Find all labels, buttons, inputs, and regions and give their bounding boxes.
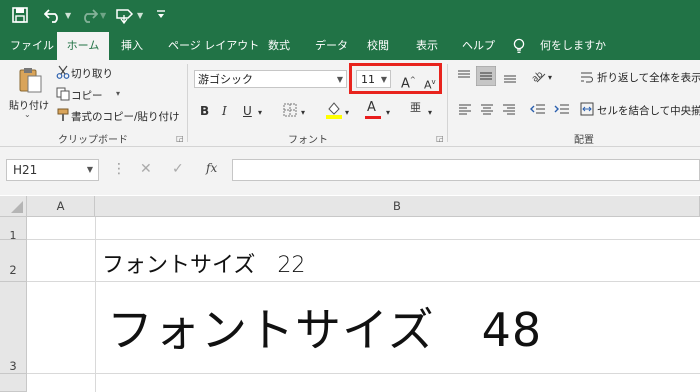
underline-button[interactable]: U [243,103,252,119]
cell-a1[interactable] [27,217,95,239]
column-header-b[interactable]: B [95,196,700,217]
borders-dropdown-icon[interactable]: ▾ [301,105,305,121]
ribbon: 貼り付け ⌄ 切り取り コピー ▾ 書式のコピー/貼り付け クリップボード ◲ … [0,60,700,147]
align-middle-icon[interactable] [475,65,497,90]
merge-center-button[interactable]: セルを結合して中央揃 [597,103,700,118]
column-header-a[interactable]: A [27,196,95,217]
tab-file[interactable]: ファイル [10,32,54,60]
font-name-combo[interactable]: 游ゴシック ▼ [194,70,347,88]
orientation-icon[interactable]: ab [530,68,546,88]
cell-a3[interactable] [27,282,95,373]
quick-access-toolbar: ▼ ▼ ▼ [0,0,700,32]
increase-indent-icon[interactable] [554,102,570,120]
align-right-icon[interactable] [502,102,516,120]
cell-b2[interactable]: フォントサイズ 22 [95,240,700,281]
underline-dropdown-icon[interactable]: ▾ [258,105,262,121]
orientation-dropdown-icon[interactable]: ▾ [548,70,552,86]
font-color-button[interactable]: A [365,100,381,119]
cell-b3-value: フォントサイズ 48 [107,303,543,357]
fill-color-dropdown-icon[interactable]: ▾ [345,105,349,121]
lightbulb-icon[interactable] [513,32,525,60]
tab-data[interactable]: データ [315,32,348,60]
font-color-swatch [365,116,381,119]
ribbon-tabs: ファイル ホーム 挿入 ページ レイアウト 数式 データ 校閲 表示 ヘルプ 何… [0,32,700,60]
gridline [27,373,700,374]
cell-a2[interactable] [27,240,95,281]
font-launcher-icon[interactable]: ◲ [436,134,444,143]
font-color-dropdown-icon[interactable]: ▾ [386,105,390,121]
paste-icon[interactable] [17,66,43,98]
touch-mode-dropdown-icon[interactable]: ▼ [137,11,143,20]
tell-me-search[interactable]: 何をしますか [540,32,606,60]
formula-bar: H21 ▼ ⋮ ✕ ✓ fx [0,147,700,195]
fill-color-icon[interactable] [326,101,342,123]
clipboard-group-label: クリップボード [58,135,128,146]
font-name-dropdown-icon[interactable]: ▼ [337,71,343,89]
enter-icon[interactable]: ✓ [172,161,184,177]
copy-icon[interactable] [56,87,70,105]
alignment-group-label: 配置 [574,135,594,146]
cell-b1[interactable] [95,217,700,239]
tab-formulas[interactable]: 数式 [268,32,290,60]
select-all-corner[interactable] [0,196,27,217]
tab-view[interactable]: 表示 [416,32,438,60]
row-header-4[interactable] [0,374,27,392]
font-group-label: フォント [288,135,328,146]
save-icon[interactable] [12,7,28,27]
tab-page-layout[interactable]: ページ レイアウト [168,32,259,60]
font-name-value: 游ゴシック [198,73,253,86]
copy-button[interactable]: コピー [71,88,103,103]
tab-review[interactable]: 校閲 [367,32,389,60]
align-top-icon[interactable] [456,68,472,88]
decrease-indent-icon[interactable] [530,102,546,120]
copy-dropdown-icon[interactable]: ▾ [116,89,120,98]
group-separator [447,64,448,142]
format-painter-icon[interactable] [56,108,70,126]
formula-input[interactable] [232,159,700,181]
align-bottom-icon[interactable] [502,68,518,88]
merge-center-icon[interactable] [580,102,594,120]
font-color-letter: A [367,100,376,115]
tab-help[interactable]: ヘルプ [462,32,495,60]
tab-insert[interactable]: 挿入 [121,32,143,60]
borders-icon[interactable] [283,103,297,121]
row-header-1[interactable]: 1 [0,217,27,242]
redo-dropdown-icon[interactable]: ▼ [100,11,106,20]
wrap-text-button[interactable]: 折り返して全体を表示 [597,70,700,85]
customize-icon[interactable] [156,7,166,27]
group-separator [187,64,188,142]
paste-dropdown-icon[interactable]: ⌄ [24,110,31,119]
redo-icon[interactable] [80,7,99,27]
align-center-icon[interactable] [480,102,494,120]
cell-b3[interactable]: フォントサイズ 48 [95,282,700,373]
phonetic-button[interactable]: 亜 [410,100,421,116]
clipboard-launcher-icon[interactable]: ◲ [176,134,184,143]
tab-home[interactable]: ホーム [57,32,109,60]
phonetic-dropdown-icon[interactable]: ▾ [428,105,432,121]
italic-button[interactable]: I [222,103,227,119]
highlight-box [349,63,442,94]
name-box-dropdown-icon[interactable]: ▼ [87,165,93,174]
name-box[interactable]: H21 ▼ [6,159,99,181]
cell-b2-value: フォントサイズ 22 [102,253,306,278]
formula-bar-grip-icon[interactable]: ⋮ [112,161,126,177]
undo-dropdown-icon[interactable]: ▼ [65,11,71,20]
undo-icon[interactable] [43,7,62,27]
wrap-text-icon[interactable] [580,70,594,88]
cancel-icon[interactable]: ✕ [140,161,152,177]
bold-button[interactable]: B [200,103,209,119]
insert-function-button[interactable]: fx [206,161,217,175]
scissors-icon[interactable] [56,65,70,83]
align-left-icon[interactable] [458,102,472,120]
touch-mode-icon[interactable] [115,7,135,29]
row-header-3[interactable]: 3 [0,282,27,374]
format-painter-button[interactable]: 書式のコピー/貼り付け [71,109,180,124]
cut-button[interactable]: 切り取り [71,66,113,81]
name-box-value: H21 [13,163,38,177]
row-header-2[interactable]: 2 [0,240,27,282]
worksheet-grid: A B 1 2 3 フォントサイズ 22 フォントサイズ 48 [0,196,700,392]
